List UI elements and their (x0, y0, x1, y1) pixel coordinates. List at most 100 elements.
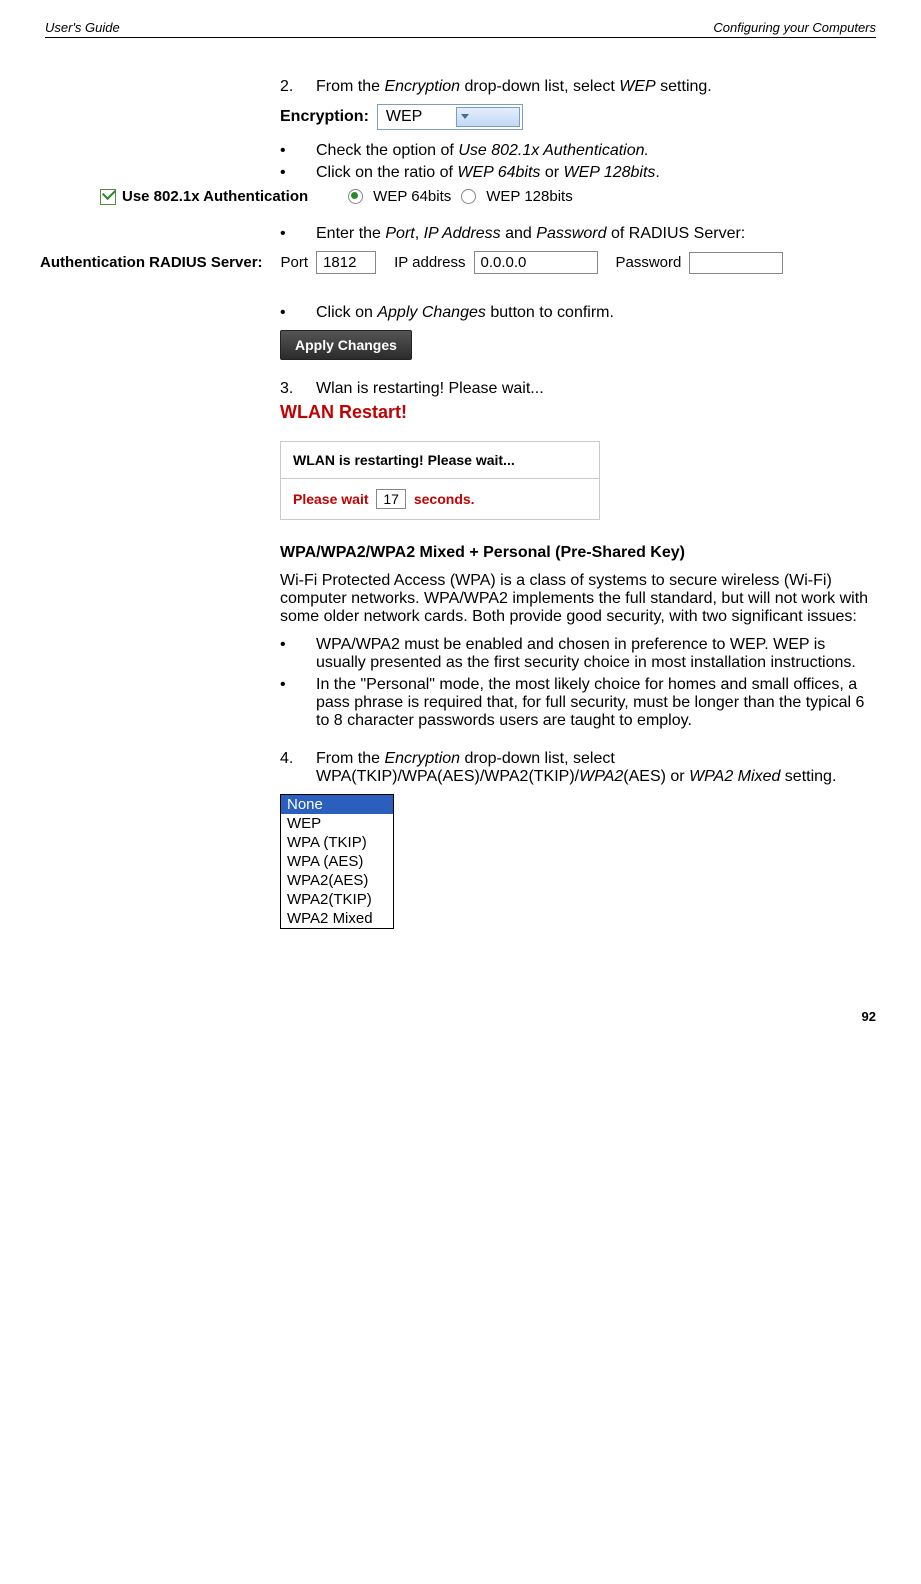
bullet-dot (280, 636, 316, 672)
encryption-dropdown-screenshot: Encryption: WEP (280, 104, 523, 130)
text: Check the option of (316, 142, 458, 159)
text: or (540, 164, 563, 181)
em: WEP (619, 78, 655, 95)
password-input[interactable] (689, 252, 783, 274)
em: Apply Changes (377, 304, 486, 321)
em: WPA2 (579, 768, 623, 785)
bullet-dot (280, 304, 316, 322)
header-left: User's Guide (45, 20, 120, 35)
text: Click on (316, 304, 377, 321)
use-8021x-checkbox[interactable]: Use 802.1x Authentication (100, 188, 308, 205)
wlan-restart-screenshot: WLAN Restart! WLAN is restarting! Please… (280, 402, 600, 520)
wlan-restart-line1: WLAN is restarting! Please wait... (280, 441, 600, 479)
bullet-text: In the "Personal" mode, the most likely … (316, 676, 876, 730)
menu-item-wpa2-mixed[interactable]: WPA2 Mixed (281, 909, 393, 928)
radius-ip: IP address 0.0.0.0 (394, 251, 597, 274)
menu-item-wep[interactable]: WEP (281, 814, 393, 833)
menu-item-wpa-aes[interactable]: WPA (AES) (281, 852, 393, 871)
port-label: Port (281, 254, 309, 271)
text: Enter the (316, 225, 385, 242)
step-2: 2. From the Encryption drop-down list, s… (280, 78, 876, 96)
text: (AES) or (623, 768, 689, 785)
bullet-apply: Click on Apply Changes button to confirm… (280, 304, 876, 322)
menu-item-wpa-tkip[interactable]: WPA (TKIP) (281, 833, 393, 852)
radius-label: Authentication RADIUS Server: (40, 254, 263, 271)
bullet-radius: Enter the Port, IP Address and Password … (280, 225, 876, 243)
em: Password (536, 225, 606, 242)
text: seconds. (414, 491, 475, 507)
radio-label: WEP 64bits (373, 188, 451, 205)
checkbox-icon (100, 189, 116, 205)
page-number: 92 (280, 1009, 876, 1024)
bullet-use-auth: Check the option of Use 802.1x Authentic… (280, 142, 876, 160)
step-2-text: From the Encryption drop-down list, sele… (316, 78, 712, 96)
radio-off-icon[interactable] (461, 189, 476, 204)
step-4-number: 4. (280, 750, 316, 786)
wpa-bullet-1: WPA/WPA2 must be enabled and chosen in p… (280, 636, 876, 672)
countdown-value: 17 (376, 489, 406, 509)
checkbox-label: Use 802.1x Authentication (122, 188, 308, 205)
header-right: Configuring your Computers (713, 20, 876, 35)
bullet-dot (280, 225, 316, 243)
port-input[interactable]: 1812 (316, 251, 376, 274)
step-4-text: From the Encryption drop-down list, sele… (316, 750, 876, 786)
menu-item-none[interactable]: None (281, 795, 393, 814)
chevron-down-icon[interactable] (456, 107, 520, 127)
wpa-paragraph: Wi-Fi Protected Access (WPA) is a class … (280, 572, 876, 626)
em: Encryption (384, 78, 460, 95)
bullet-dot (280, 164, 316, 182)
menu-item-wpa2-tkip[interactable]: WPA2(TKIP) (281, 890, 393, 909)
apply-changes-button[interactable]: Apply Changes (280, 330, 412, 360)
radio-label: WEP 128bits (486, 188, 572, 205)
wpa-bullet-2: In the "Personal" mode, the most likely … (280, 676, 876, 730)
em: IP Address (424, 225, 501, 242)
ip-input[interactable]: 0.0.0.0 (474, 251, 598, 274)
em: WEP 64bits (457, 164, 540, 181)
wlan-restart-wait: Please wait 17 seconds. (280, 479, 600, 520)
radio-on-icon[interactable] (348, 189, 363, 204)
bullet-text: WPA/WPA2 must be enabled and chosen in p… (316, 636, 876, 672)
wep-radio-group: WEP 64bits WEP 128bits (348, 188, 573, 205)
encryption-value: WEP (386, 108, 448, 126)
em: WEP 128bits (564, 164, 656, 181)
encryption-label: Encryption: (280, 104, 377, 130)
text: From the (316, 78, 384, 95)
menu-item-wpa2-aes[interactable]: WPA2(AES) (281, 871, 393, 890)
bullet-dot (280, 676, 316, 730)
step-3: 3. Wlan is restarting! Please wait... (280, 380, 876, 398)
content-column: 2. From the Encryption drop-down list, s… (280, 78, 876, 1024)
radius-server-row-screenshot: Authentication RADIUS Server: Port 1812 … (40, 251, 876, 274)
text: WLAN is restarting! Please wait... (293, 452, 515, 468)
em: Use 802.1x Authentication. (458, 142, 649, 159)
encryption-options-menu[interactable]: None WEP WPA (TKIP) WPA (AES) WPA2(AES) … (280, 794, 394, 929)
em: Port (385, 225, 414, 242)
page: User's Guide Configuring your Computers … (0, 0, 921, 1064)
wpa-section-title: WPA/WPA2/WPA2 Mixed + Personal (Pre-Shar… (280, 544, 876, 562)
encryption-combo[interactable]: WEP (377, 104, 523, 130)
step-3-text: Wlan is restarting! Please wait... (316, 380, 544, 398)
em: Encryption (384, 750, 460, 767)
text: . (655, 164, 659, 181)
text: and (501, 225, 537, 242)
wlan-restart-title: WLAN Restart! (280, 402, 600, 423)
radius-port: Port 1812 (281, 251, 377, 274)
radius-password: Password (616, 252, 784, 274)
text: of RADIUS Server: (607, 225, 746, 242)
bullet-text: Enter the Port, IP Address and Password … (316, 225, 745, 243)
text: , (415, 225, 424, 242)
password-label: Password (616, 254, 682, 271)
bullet-text: Click on Apply Changes button to confirm… (316, 304, 614, 322)
page-header: User's Guide Configuring your Computers (45, 20, 876, 38)
bullet-text: Click on the ratio of WEP 64bits or WEP … (316, 164, 660, 182)
bullet-wep-bits: Click on the ratio of WEP 64bits or WEP … (280, 164, 876, 182)
step-3-number: 3. (280, 380, 316, 398)
auth-row-screenshot: Use 802.1x Authentication WEP 64bits WEP… (100, 188, 876, 205)
text: drop-down list, select (460, 78, 619, 95)
text: button to confirm. (486, 304, 614, 321)
step-2-number: 2. (280, 78, 316, 96)
text: Click on the ratio of (316, 164, 457, 181)
bullet-text: Check the option of Use 802.1x Authentic… (316, 142, 649, 160)
text: setting. (780, 768, 836, 785)
bullet-dot (280, 142, 316, 160)
em: WPA2 Mixed (689, 768, 780, 785)
